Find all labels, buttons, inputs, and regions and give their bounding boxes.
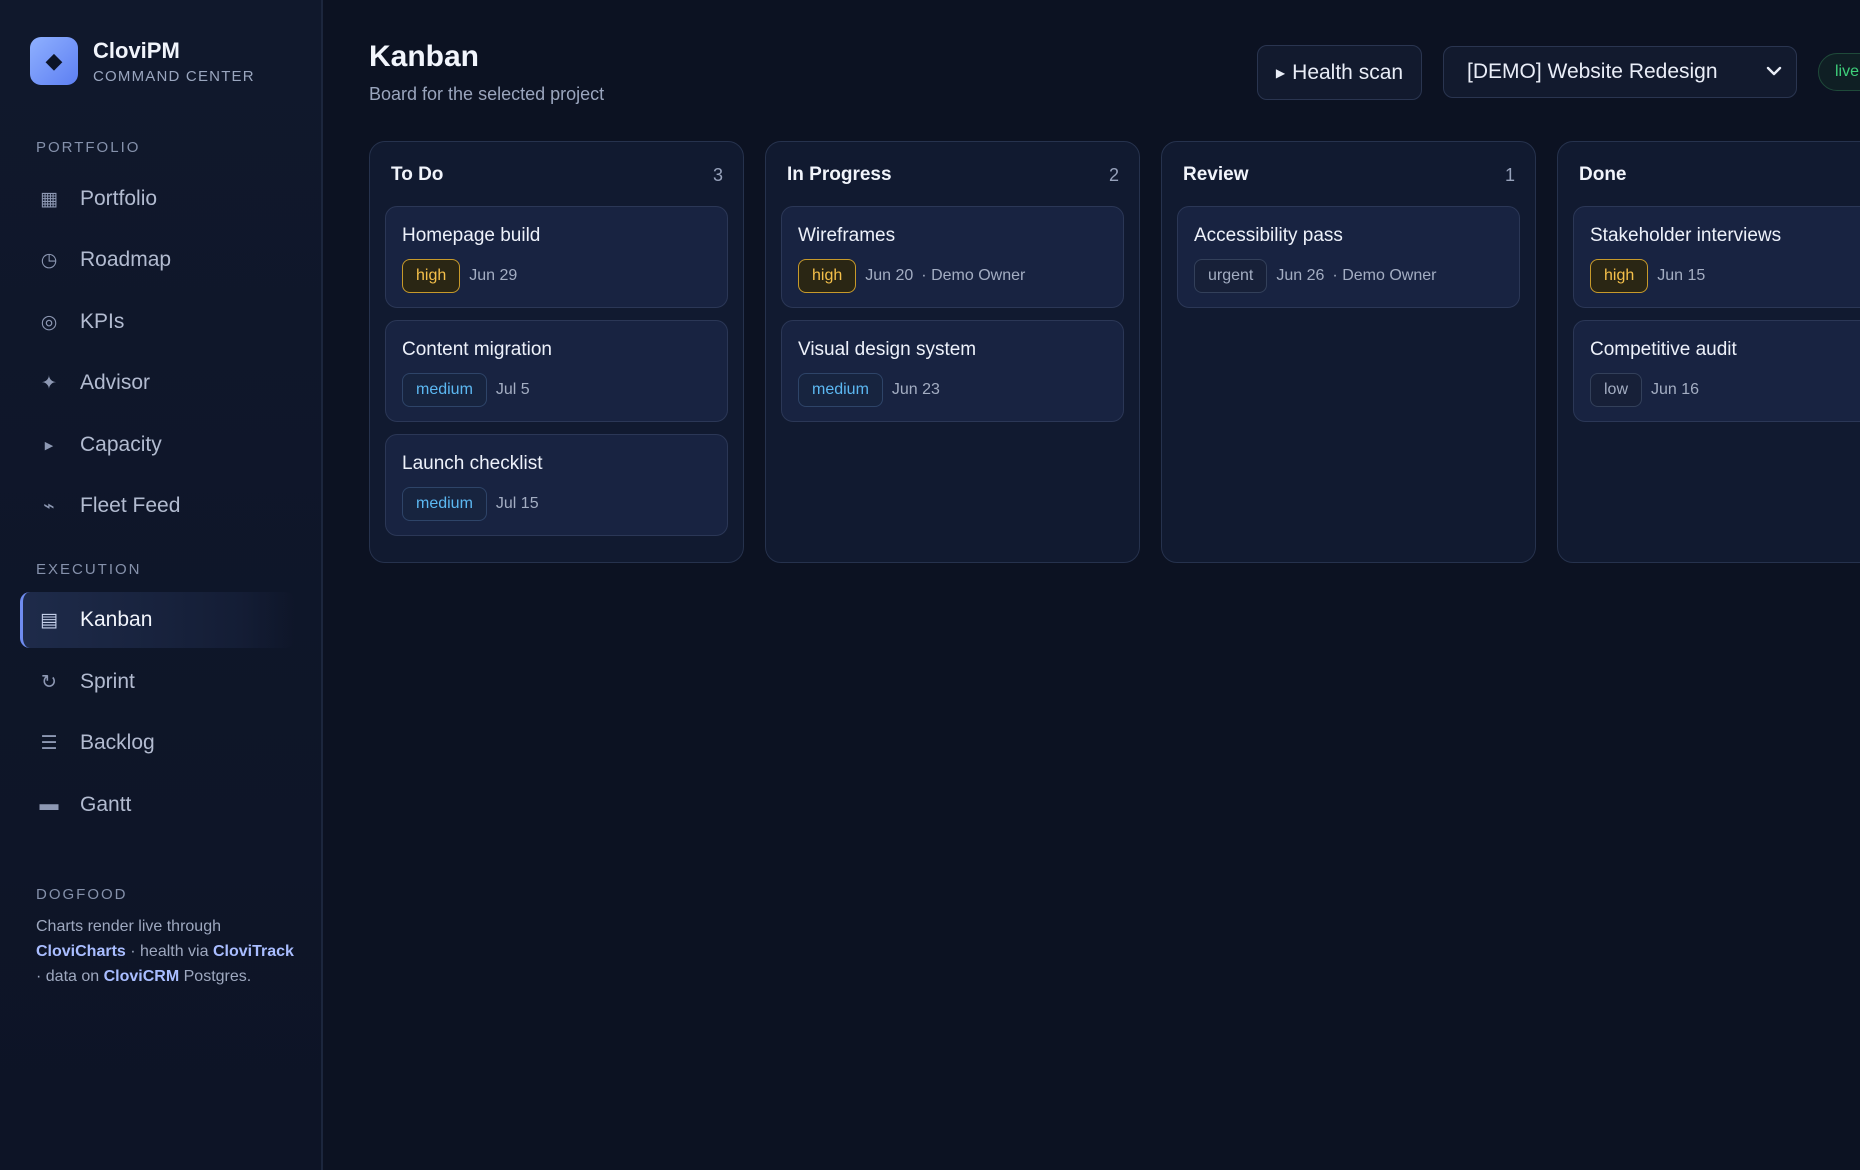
sidebar-item-label: Backlog: [80, 731, 155, 754]
list-icon: ☰: [40, 732, 58, 754]
project-select-value: [DEMO] Website Redesign: [1467, 60, 1718, 83]
column-count: 1: [1504, 164, 1515, 185]
column-count: 3: [712, 164, 723, 185]
sidebar-item-kpis[interactable]: ◎ KPIs: [20, 294, 295, 350]
task-title: Accessibility pass: [1194, 225, 1343, 246]
sidebar-item-label: Portfolio: [80, 187, 158, 210]
brand-subtitle: COMMAND CENTER: [93, 67, 255, 85]
priority-badge: medium: [798, 373, 883, 407]
sidebar-item-label: Advisor: [80, 371, 151, 394]
refresh-icon: ↻: [41, 671, 57, 693]
task-card[interactable]: Wireframes high Jun 20 · Demo Owner: [781, 206, 1124, 308]
column-count: 2: [1108, 164, 1119, 185]
kanban-column-done: Done Stakeholder interviews high Jun 15 …: [1557, 141, 1860, 563]
sidebar-item-label: Kanban: [80, 608, 153, 631]
sidebar-item-portfolio[interactable]: ▦ Portfolio: [20, 171, 295, 227]
live-status-badge: live: [1818, 53, 1860, 91]
sidebar-item-backlog[interactable]: ☰ Backlog: [20, 715, 295, 771]
play-icon: ▶: [1275, 65, 1286, 80]
section-label-dogfood: DOGFOOD: [36, 886, 128, 903]
task-owner: · Demo Owner: [921, 267, 1026, 284]
grid-icon: ▦: [40, 188, 58, 210]
priority-badge: urgent: [1194, 259, 1268, 293]
priority-badge: high: [402, 259, 461, 293]
app-root: ◆ CloviPM COMMAND CENTER PORTFOLIO ▦ Por…: [0, 0, 1860, 1170]
task-card[interactable]: Stakeholder interviews high Jun 15: [1573, 206, 1860, 308]
cloviCRM-link: CloviCRM: [103, 968, 180, 985]
page-subtitle: Board for the selected project: [369, 84, 605, 104]
priority-badge: low: [1590, 373, 1643, 407]
task-owner: · Demo Owner: [1332, 267, 1437, 284]
task-title: Visual design system: [798, 339, 977, 360]
due-date: Jun 23: [891, 381, 940, 398]
sidebar-item-roadmap[interactable]: ◷ Roadmap: [20, 232, 295, 288]
brand[interactable]: ◆ CloviPM COMMAND CENTER: [30, 37, 255, 85]
sidebar-item-kanban[interactable]: ▤ Kanban: [20, 592, 295, 648]
sidebar-item-capacity[interactable]: ▶ Capacity: [20, 417, 295, 473]
pulse-icon: ⌁: [43, 495, 55, 517]
task-card[interactable]: Accessibility pass urgent Jun 26 · Demo …: [1177, 206, 1520, 308]
brand-name: CloviPM: [93, 37, 180, 63]
sidebar-item-sprint[interactable]: ↻ Sprint: [20, 654, 295, 710]
chevron-down-icon: [1766, 66, 1782, 76]
kanban-column-in-progress: In Progress 2 Wireframes high Jun 20 · D…: [765, 141, 1140, 563]
task-title: Stakeholder interviews: [1590, 225, 1782, 246]
priority-badge: high: [798, 259, 857, 293]
sparkle-icon: ✦: [41, 372, 57, 394]
sidebar-item-gantt[interactable]: ▬ Gantt: [20, 777, 295, 833]
due-date: Jun 29: [469, 267, 518, 284]
task-title: Competitive audit: [1590, 339, 1737, 360]
task-card[interactable]: Visual design system medium Jun 23: [781, 320, 1124, 422]
sidebar-item-advisor[interactable]: ✦ Advisor: [20, 355, 295, 411]
health-scan-button[interactable]: ▶ Health scan: [1257, 45, 1422, 100]
task-card[interactable]: Competitive audit low Jun 16: [1573, 320, 1860, 422]
sidebar-item-label: Gantt: [80, 793, 132, 816]
task-card[interactable]: Homepage build high Jun 29: [385, 206, 728, 308]
target-icon: ◎: [40, 311, 58, 333]
column-title: To Do: [391, 164, 444, 185]
due-date: Jul 5: [495, 381, 530, 398]
priority-badge: high: [1590, 259, 1649, 293]
kanban-column-todo: To Do 3 Homepage build high Jun 29 Conte…: [369, 141, 744, 563]
due-date: Jul 15: [495, 495, 539, 512]
task-title: Wireframes: [798, 225, 896, 246]
task-title: Launch checklist: [402, 453, 543, 474]
dogfood-description: Charts render live through CloviCharts ·…: [36, 918, 294, 985]
health-scan-label: Health scan: [1292, 60, 1404, 84]
task-card[interactable]: Launch checklist medium Jul 15: [385, 434, 728, 536]
play-icon: ▶: [44, 439, 54, 452]
priority-badge: medium: [402, 487, 487, 521]
due-date: Jun 16: [1651, 381, 1700, 398]
clock-icon: ◷: [40, 249, 58, 271]
sidebar-item-fleet-feed[interactable]: ⌁ Fleet Feed: [20, 478, 295, 534]
due-date: Jun 20: [865, 267, 914, 284]
section-label-execution: EXECUTION: [36, 561, 142, 578]
task-card[interactable]: Content migration medium Jul 5: [385, 320, 728, 422]
priority-badge: medium: [402, 373, 487, 407]
sidebar-item-label: Sprint: [80, 670, 135, 693]
diamond-icon: ◆: [30, 37, 78, 85]
page-title: Kanban: [369, 40, 480, 73]
sidebar-item-label: Roadmap: [80, 248, 172, 271]
due-date: Jun 26: [1276, 267, 1325, 284]
sidebar-item-label: KPIs: [80, 310, 125, 333]
board-icon: ▤: [40, 609, 58, 631]
task-title: Content migration: [402, 339, 552, 360]
kanban-column-review: Review 1 Accessibility pass urgent Jun 2…: [1161, 141, 1536, 563]
sidebar-item-label: Fleet Feed: [80, 494, 181, 517]
column-title: Done: [1579, 164, 1627, 185]
section-label-portfolio: PORTFOLIO: [36, 139, 141, 156]
task-title: Homepage build: [402, 225, 541, 246]
sidebar: ◆ CloviPM COMMAND CENTER PORTFOLIO ▦ Por…: [0, 0, 323, 1170]
cloviTrack-link: CloviTrack: [212, 943, 294, 960]
project-select[interactable]: [DEMO] Website Redesign: [1443, 46, 1797, 98]
sidebar-item-label: Capacity: [80, 433, 162, 456]
column-title: Review: [1183, 164, 1249, 185]
column-title: In Progress: [787, 164, 892, 185]
bar-icon: ▬: [39, 794, 59, 815]
due-date: Jun 15: [1657, 267, 1706, 284]
cloviCharts-link: CloviCharts: [36, 943, 126, 960]
